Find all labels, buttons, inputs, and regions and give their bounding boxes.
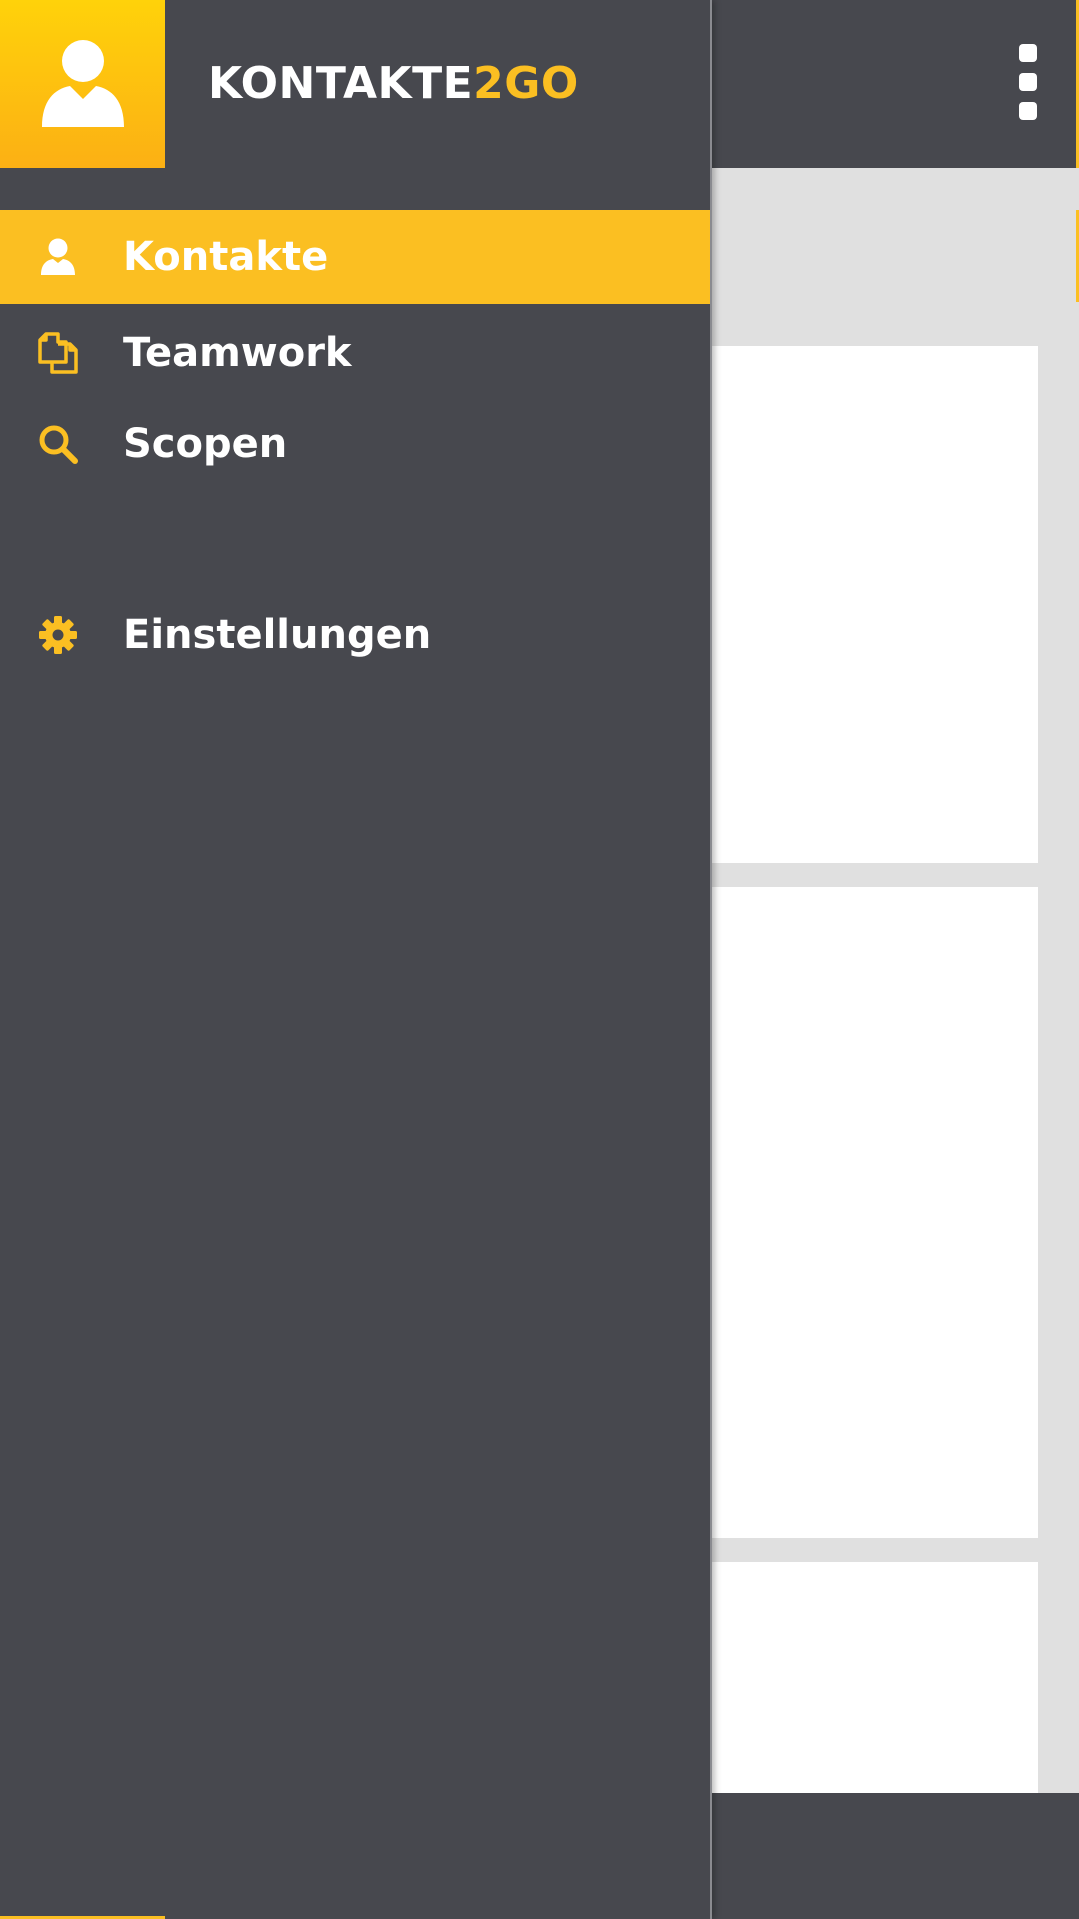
drawer-header: KONTAKTE2GO: [0, 0, 710, 168]
gear-icon: [36, 613, 80, 657]
nav-item-teamwork[interactable]: Teamwork: [0, 306, 710, 400]
more-vertical-icon[interactable]: [1010, 44, 1046, 120]
nav-item-scopen[interactable]: Scopen: [0, 397, 710, 491]
navigation-drawer: KONTAKTE2GO Kontakte Teamwork Scopen Ein…: [0, 0, 712, 1919]
search-icon: [36, 422, 80, 466]
user-avatar-icon: [41, 40, 124, 127]
app-logo: [0, 0, 165, 168]
app-title-main: KONTAKTE: [208, 58, 474, 109]
nav-item-kontakte[interactable]: Kontakte: [0, 210, 710, 304]
documents-icon: [36, 331, 80, 375]
nav-item-label: Teamwork: [123, 330, 352, 376]
person-icon: [36, 235, 80, 279]
nav-item-label: Kontakte: [123, 234, 329, 280]
nav-item-label: Scopen: [123, 421, 288, 467]
nav-item-label: Einstellungen: [123, 612, 432, 658]
app-title-accent: 2GO: [473, 58, 579, 109]
app-title: KONTAKTE2GO: [208, 56, 579, 112]
nav-item-einstellungen[interactable]: Einstellungen: [0, 588, 710, 682]
